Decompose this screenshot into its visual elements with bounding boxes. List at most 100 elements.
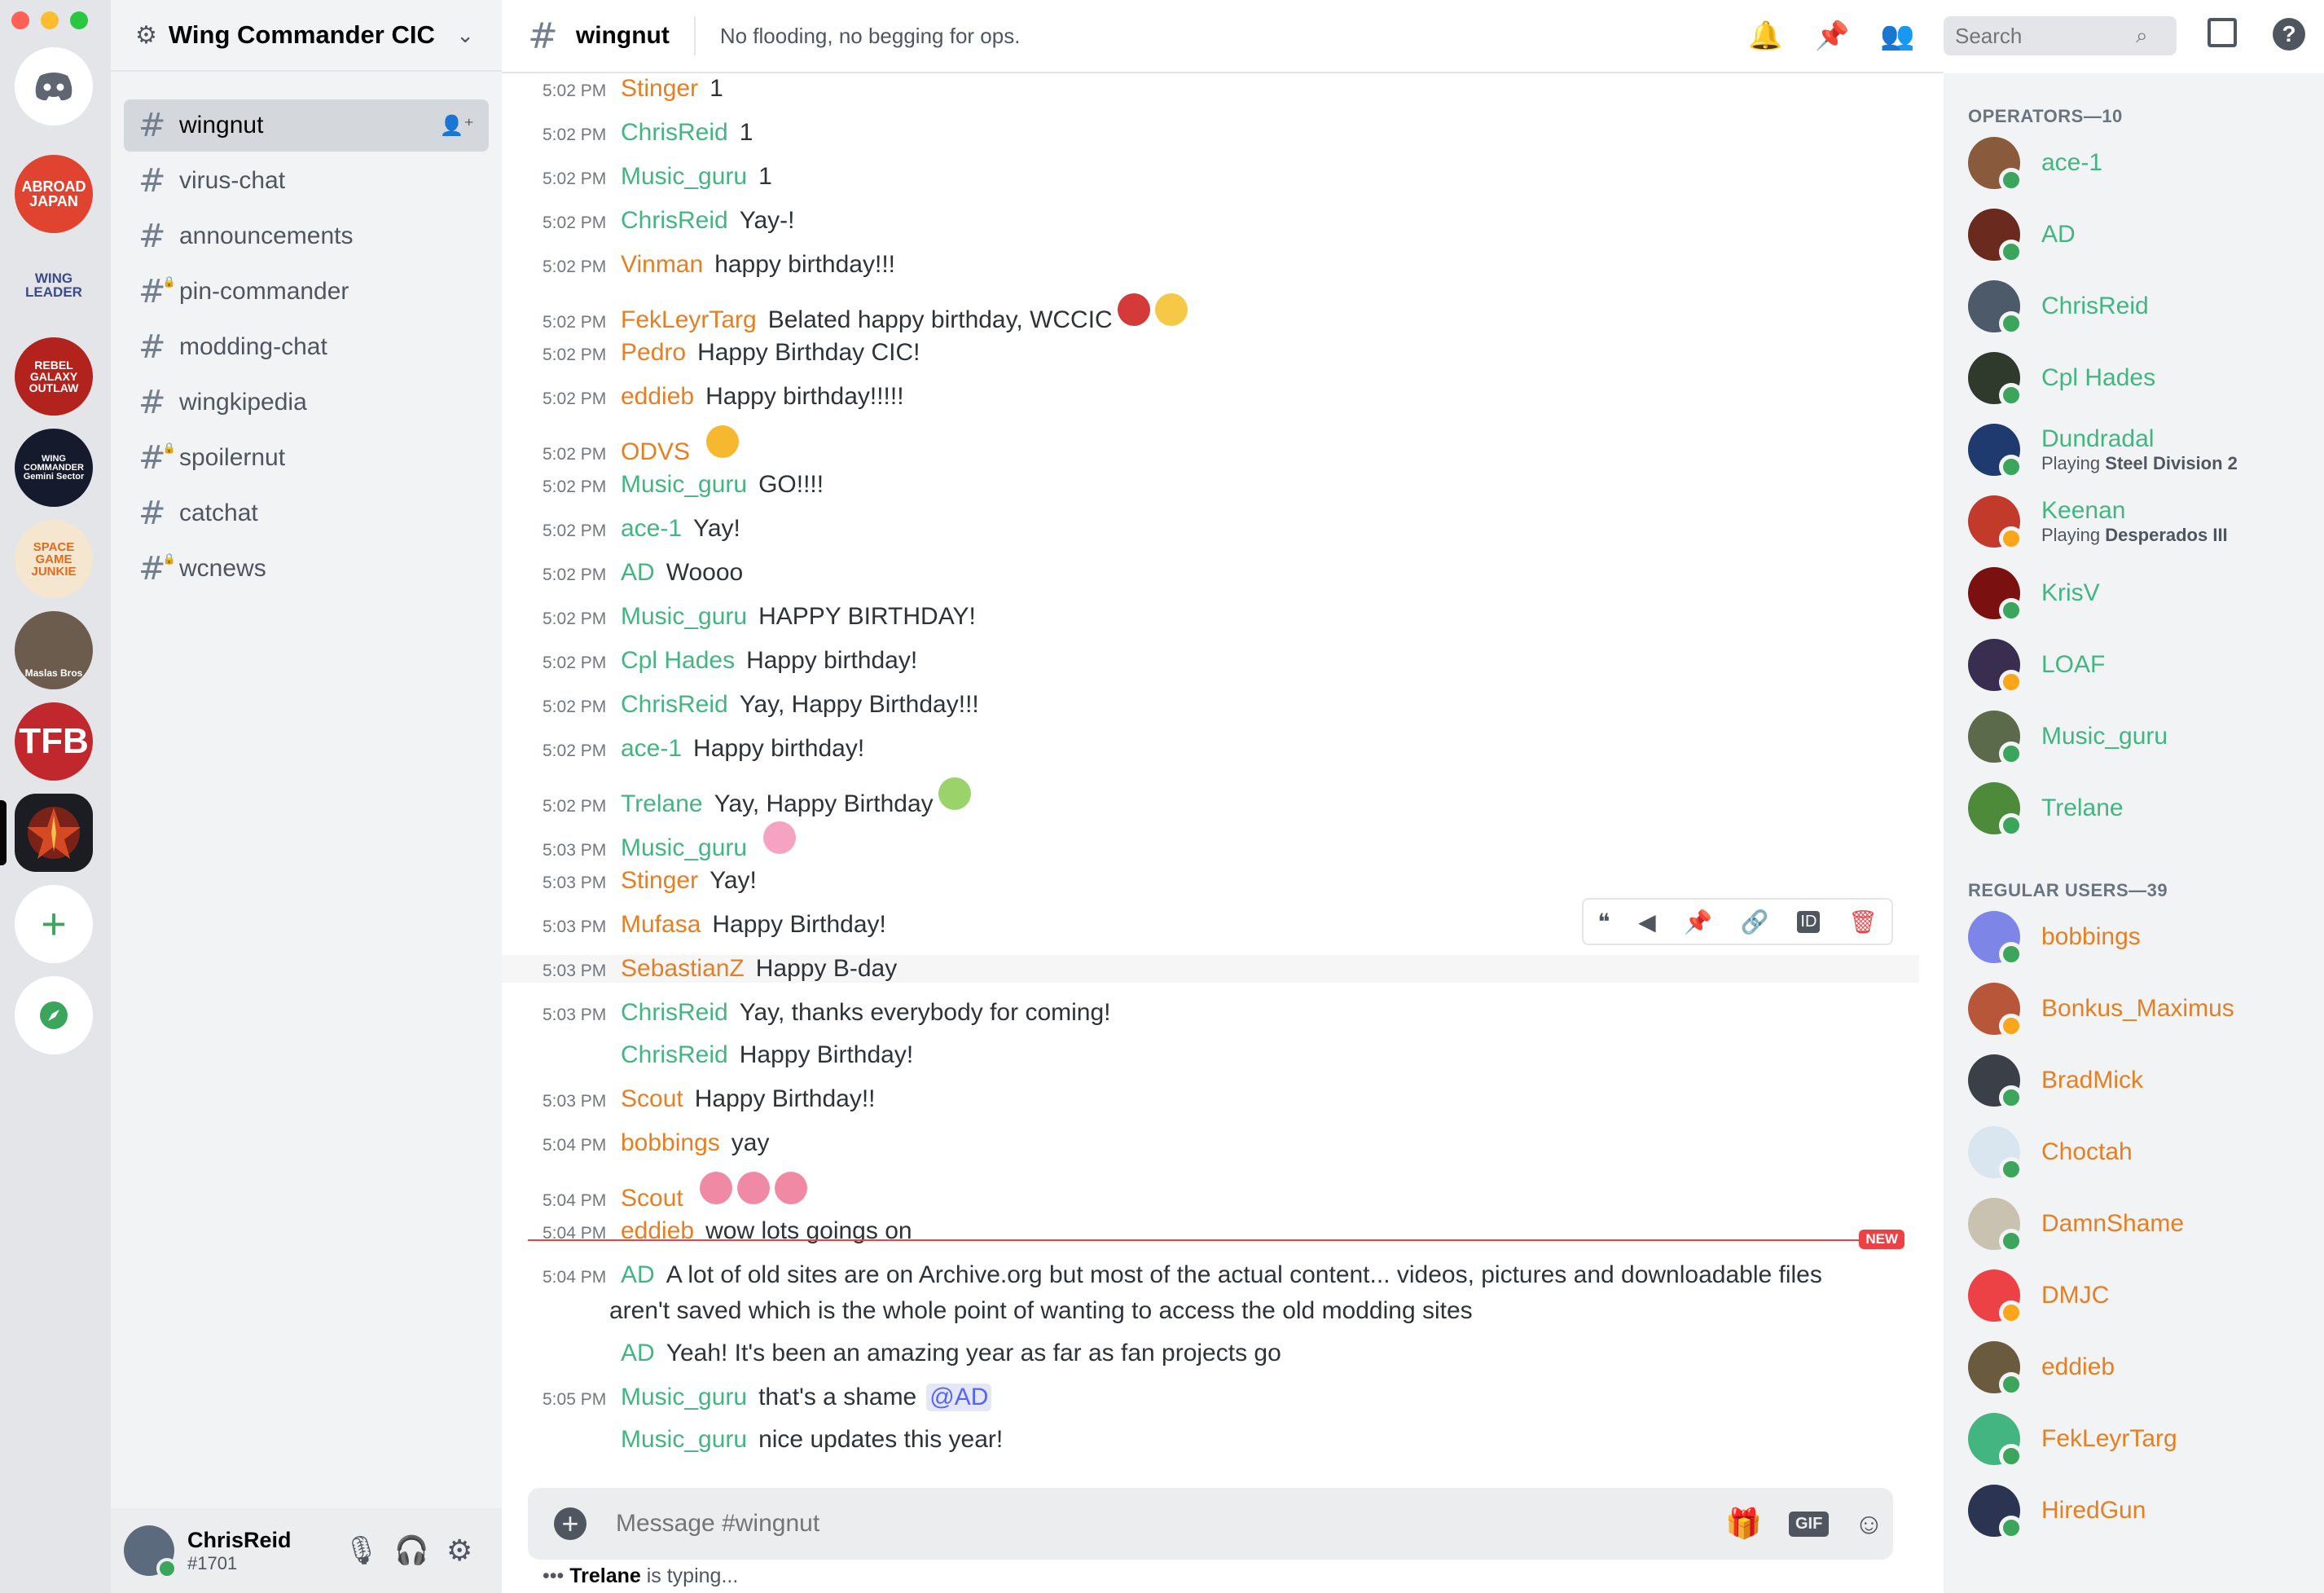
quote-icon[interactable]: ❝: [1597, 909, 1610, 935]
invite-member-icon[interactable]: 👤⁺: [439, 114, 474, 138]
member-item[interactable]: Music_guru: [1968, 711, 2168, 766]
chat-message[interactable]: 5:02 PM Music_guru HAPPY BIRTHDAY!: [543, 603, 976, 631]
pinned-messages-icon[interactable]: 📌: [1815, 20, 1849, 52]
message-author[interactable]: Stinger: [621, 75, 698, 103]
member-item[interactable]: Bonkus_Maximus: [1968, 983, 2234, 1038]
channel-topic[interactable]: No flooding, no begging for ops.: [720, 24, 1021, 49]
member-item[interactable]: AD: [1968, 209, 2076, 264]
member-item[interactable]: eddieb: [1968, 1341, 2115, 1397]
reply-icon[interactable]: ◀: [1638, 909, 1656, 935]
user-identity[interactable]: ChrisReid #1701: [187, 1528, 292, 1574]
message-author[interactable]: ODVS: [621, 438, 690, 466]
message-author[interactable]: Scout: [621, 1185, 683, 1212]
member-item[interactable]: BradMick: [1968, 1054, 2143, 1110]
chat-message[interactable]: 5:03 PM Scout Happy Birthday!!: [543, 1085, 876, 1113]
message-author[interactable]: Music_guru: [621, 471, 747, 499]
channel-catchat[interactable]: # catchat: [124, 487, 489, 539]
user-settings-gear-icon[interactable]: ⚙: [446, 1534, 472, 1568]
home-button[interactable]: [15, 47, 93, 125]
message-author[interactable]: Mufasa: [621, 911, 701, 939]
chat-message[interactable]: 5:03 PM SebastianZ Happy B-day: [502, 955, 1919, 983]
chat-message[interactable]: 5:02 PM ODVS: [543, 425, 740, 466]
message-input[interactable]: [614, 1509, 1676, 1538]
member-item[interactable]: ChrisReid: [1968, 280, 2149, 336]
emoji-picker-icon[interactable]: ☺: [1854, 1507, 1884, 1541]
chat-message[interactable]: 5:02 PM ace-1 Yay!: [543, 515, 740, 543]
search-input[interactable]: [1953, 22, 2136, 50]
explore-servers-button[interactable]: [15, 976, 93, 1054]
emoji-icon[interactable]: [1117, 293, 1150, 326]
message-author[interactable]: Pedro: [621, 339, 686, 367]
member-item[interactable]: Choctah: [1968, 1126, 2133, 1182]
message-author[interactable]: AD: [621, 1340, 655, 1367]
delete-icon[interactable]: 🗑: [1848, 909, 1878, 935]
minimize-window-button[interactable]: [41, 11, 59, 29]
emoji-icon[interactable]: [699, 1172, 732, 1204]
member-item[interactable]: ace-1: [1968, 137, 2102, 192]
chat-message[interactable]: 5:04 PM AD A lot of old sites are on Archi…: [543, 1261, 1822, 1289]
member-list-icon[interactable]: 👥: [1880, 20, 1914, 52]
member-item[interactable]: DamnShame: [1968, 1198, 2184, 1253]
channel-wingnut[interactable]: # wingnut 👤⁺: [124, 99, 489, 152]
emoji-icon[interactable]: [774, 1172, 807, 1204]
server-icon-space-game-junkie[interactable]: SPACE GAME JUNKIE: [15, 520, 93, 598]
gif-button[interactable]: GIF: [1789, 1511, 1830, 1537]
headphones-icon[interactable]: 🎧: [394, 1534, 428, 1567]
upload-plus-icon[interactable]: +: [554, 1507, 586, 1540]
copy-id-icon[interactable]: ID: [1797, 910, 1821, 933]
chat-message[interactable]: Music_guru nice updates this year!: [543, 1426, 1003, 1454]
help-icon[interactable]: ?: [2273, 18, 2305, 51]
message-author[interactable]: ChrisReid: [621, 691, 728, 719]
chat-message[interactable]: 5:02 PM ace-1 Happy birthday!: [543, 735, 864, 763]
chat-message[interactable]: 5:02 PM Music_guru GO!!!!: [543, 471, 824, 499]
chat-message[interactable]: 5:04 PM Scout: [543, 1172, 807, 1212]
pin-icon[interactable]: 📌: [1684, 909, 1712, 935]
avatar[interactable]: [124, 1525, 178, 1579]
add-server-button[interactable]: +: [15, 885, 93, 963]
message-author[interactable]: AD: [621, 559, 655, 587]
chat-message[interactable]: 5:02 PM FekLeyrTarg Belated happy birthday…: [543, 293, 1188, 334]
member-item[interactable]: FekLeyrTarg: [1968, 1413, 2177, 1468]
chat-message[interactable]: 5:02 PM ChrisReid Yay, Happy Birthday!!!: [543, 691, 979, 719]
message-author[interactable]: eddieb: [621, 383, 694, 411]
gift-icon[interactable]: 🎁: [1725, 1507, 1762, 1541]
notification-bell-icon[interactable]: 🔔: [1748, 20, 1782, 52]
server-icon-wing-leader[interactable]: WING LEADER: [15, 246, 93, 324]
message-author[interactable]: Music_guru: [621, 834, 747, 862]
chat-message[interactable]: 5:02 PM Music_guru 1: [543, 163, 772, 191]
channel-announcements[interactable]: # announcements: [124, 210, 489, 262]
message-author[interactable]: ChrisReid: [621, 999, 728, 1027]
chat-message[interactable]: 5:03 PM ChrisReid Yay, thanks everybody fo…: [543, 999, 1111, 1027]
microphone-icon[interactable]: 🎙: [344, 1534, 379, 1567]
message-author[interactable]: Scout: [621, 1085, 683, 1113]
inbox-icon[interactable]: [2208, 18, 2237, 47]
chat-message[interactable]: 5:03 PM Music_guru: [543, 821, 797, 862]
message-author[interactable]: SebastianZ: [621, 955, 745, 983]
message-author[interactable]: AD: [621, 1261, 655, 1289]
message-author[interactable]: FekLeyrTarg: [621, 306, 757, 334]
message-author[interactable]: Music_guru: [621, 1426, 747, 1454]
message-author[interactable]: Music_guru: [621, 163, 747, 191]
close-window-button[interactable]: [11, 11, 29, 29]
chat-message[interactable]: ChrisReid Happy Birthday!: [543, 1041, 913, 1069]
chat-message[interactable]: 5:03 PM Stinger Yay!: [543, 867, 757, 895]
emoji-icon[interactable]: [763, 821, 797, 854]
chat-message[interactable]: 5:02 PM Pedro Happy Birthday CIC!: [543, 339, 920, 367]
member-item[interactable]: Cpl Hades: [1968, 352, 2155, 407]
chat-message[interactable]: 5:02 PM eddieb Happy birthday!!!!!: [543, 383, 904, 411]
message-author[interactable]: ChrisReid: [621, 207, 728, 235]
chat-message[interactable]: 5:02 PM Vinman happy birthday!!!: [543, 251, 895, 279]
message-author[interactable]: ace-1: [621, 515, 682, 543]
message-author[interactable]: ChrisReid: [621, 119, 728, 147]
message-author[interactable]: Vinman: [621, 251, 703, 279]
emoji-icon[interactable]: [736, 1172, 770, 1204]
message-author[interactable]: bobbings: [621, 1129, 720, 1157]
member-item[interactable]: bobbings: [1968, 911, 2141, 966]
chat-message[interactable]: 5:03 PM Mufasa Happy Birthday!: [543, 911, 886, 939]
member-item[interactable]: LOAF: [1968, 639, 2105, 694]
chat-message[interactable]: 5:02 PM ChrisReid Yay-!: [543, 207, 795, 235]
search-box[interactable]: ⌕: [1944, 16, 2177, 55]
member-item[interactable]: Dundradal Playing Steel Division 2: [1968, 424, 2238, 479]
server-icon-rebel-galaxy-outlaw[interactable]: REBEL GALAXY OUTLAW: [15, 337, 93, 416]
chat-message[interactable]: 5:05 PM Music_guru that's a shame @AD: [543, 1384, 992, 1411]
